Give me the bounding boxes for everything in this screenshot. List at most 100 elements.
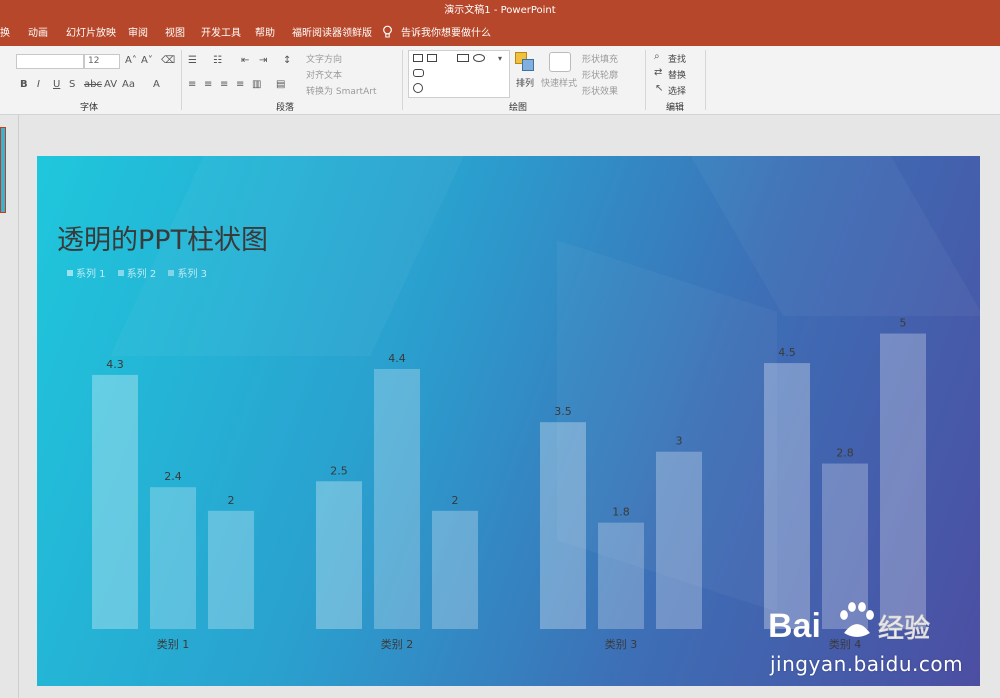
select-cursor-icon[interactable]: ↖ [655,83,663,94]
shape-textbox-icon[interactable] [413,54,423,62]
svg-text:Bai: Bai [768,607,821,645]
bar[interactable] [208,510,254,629]
legend-swatch [117,270,124,276]
convert-smartart-button[interactable]: 转换为 SmartArt [306,84,376,97]
bar[interactable] [656,451,702,629]
font-size-box[interactable]: 12 [84,54,120,69]
shape-fill-button[interactable]: 形状填充 [582,52,618,65]
replace-button[interactable]: 替换 [668,68,686,81]
group-label-editing: 编辑 [666,103,685,113]
legend-label: 系列 3 [177,269,208,280]
ribbon: 12 A˄ A˅ ⌫ B I U S abc AV Aa A 字体 ☰ ☷ ⇤ … [0,46,1000,115]
slide-title[interactable]: 透明的PPT柱状图 [57,218,268,257]
align-right-icon[interactable]: ≡ [220,79,228,90]
category-label: 类别 3 [605,637,638,651]
legend-label: 系列 2 [126,269,157,280]
divider [402,50,403,110]
group-label-font: 字体 [80,103,99,113]
underline-icon[interactable]: U [53,79,60,90]
shape-effects-button[interactable]: 形状效果 [582,84,618,97]
bold-icon[interactable]: B [20,79,28,90]
shape-oval-icon[interactable] [473,54,485,62]
legend-label: 系列 1 [76,269,106,280]
text-direction-button[interactable]: 文字方向 [306,52,342,65]
tab-transitions[interactable]: 换 [0,22,10,46]
find-button[interactable]: 查找 [668,52,686,65]
tab-help[interactable]: 帮助 [255,22,275,46]
bar[interactable] [764,363,810,629]
data-label: 3.5 [554,405,572,418]
divider [705,50,706,110]
bar[interactable] [880,333,926,629]
quick-styles-icon[interactable] [549,52,571,72]
increase-indent-icon[interactable]: ⇥ [259,55,267,66]
quick-styles-button[interactable]: 快速样式 [541,76,577,89]
italic-icon[interactable]: I [37,79,40,90]
chart-legend[interactable]: 系列 1 系列 2 系列 3 [67,265,216,280]
line-spacing-icon[interactable]: ↕ [283,55,291,66]
shape-rounded-rect-icon[interactable] [413,69,424,77]
data-label: 4.3 [106,358,124,371]
select-button[interactable]: 选择 [668,84,686,97]
font-name-box[interactable] [16,54,84,69]
shape-rect-icon[interactable] [457,54,469,62]
numbering-icon[interactable]: ☷ [213,55,222,66]
tab-developer[interactable]: 开发工具 [201,22,241,46]
shrink-font-icon[interactable]: A˅ [141,55,153,66]
data-label: 4.4 [388,352,406,365]
shape-outline-button[interactable]: 形状轮廓 [582,68,618,81]
search-icon[interactable]: ⌕ [654,51,660,62]
bar[interactable] [150,487,196,629]
decrease-indent-icon[interactable]: ⇤ [241,55,249,66]
bullets-icon[interactable]: ☰ [188,55,197,66]
align-center-icon[interactable]: ≡ [204,79,212,90]
group-label-drawing: 绘图 [509,103,528,113]
grow-font-icon[interactable]: A˄ [125,55,137,66]
char-spacing-icon[interactable]: AV [104,79,117,90]
clear-format-icon[interactable]: ⌫ [161,55,175,66]
tab-view[interactable]: 视图 [165,22,185,46]
tab-foxit[interactable]: 福昕阅读器领鲜版 [292,22,372,46]
data-label: 2.5 [330,464,348,477]
shape-vtextbox-icon[interactable] [427,54,437,62]
tab-animations[interactable]: 动画 [28,22,48,46]
shapes-gallery[interactable] [408,50,510,98]
bar[interactable] [432,510,478,629]
data-label: 3 [676,435,683,448]
data-label: 1.8 [612,506,630,519]
bar[interactable] [540,422,586,629]
shape-arc-icon[interactable] [413,83,423,93]
group-label-paragraph: 段落 [276,103,295,113]
replace-icon[interactable]: ⇄ [654,67,662,78]
legend-item: 系列 1 [67,265,106,280]
font-color-icon[interactable]: A [153,79,160,90]
divider [181,50,182,110]
bar[interactable] [316,481,362,629]
tab-review[interactable]: 审阅 [128,22,148,46]
distributed-icon[interactable]: ▥ [252,79,261,90]
window-title: 演示文稿1 - PowerPoint [0,0,1000,22]
watermark-url: jingyan.baidu.com [770,652,964,676]
gallery-scroll-icon[interactable]: ▾ [498,54,502,63]
slide-thumbnail[interactable] [0,127,6,213]
ribbon-tabs: 换 动画 幻灯片放映 审阅 视图 开发工具 帮助 福昕阅读器领鲜版 告诉我你想要… [0,22,1000,46]
divider [645,50,646,110]
legend-swatch [67,270,73,276]
bar[interactable] [598,522,644,629]
arrange-button[interactable]: 排列 [516,76,534,89]
legend-item: 系列 2 [117,265,157,280]
columns-icon[interactable]: ▤ [276,79,285,90]
strikethrough-icon[interactable]: abc [84,79,102,90]
change-case-icon[interactable]: Aa [122,79,135,90]
shadow-icon[interactable]: S [69,79,75,90]
bar[interactable] [374,369,420,629]
bar[interactable] [92,374,138,629]
align-left-icon[interactable]: ≡ [188,79,196,90]
align-text-button[interactable]: 对齐文本 [306,68,342,81]
legend-swatch [168,270,175,276]
tab-slideshow[interactable]: 幻灯片放映 [66,22,116,46]
justify-icon[interactable]: ≡ [236,79,244,90]
arrange-icon[interactable] [515,52,534,71]
legend-item: 系列 3 [168,265,207,280]
tell-me-search[interactable]: 告诉我你想要做什么 [401,22,491,46]
